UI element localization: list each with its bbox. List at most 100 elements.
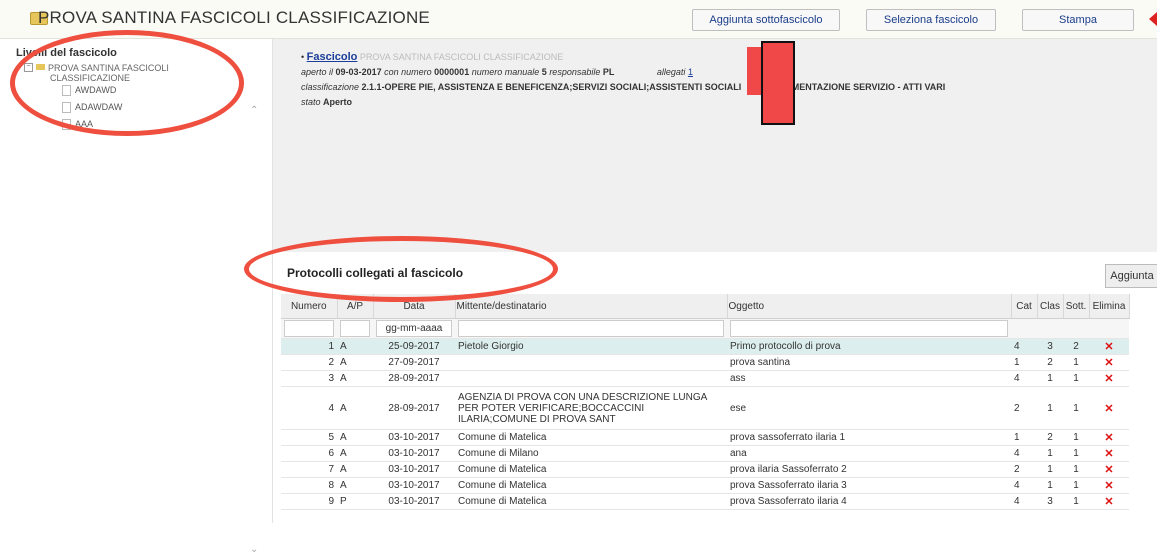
delete-icon[interactable]: ✕ [1089, 354, 1129, 371]
col-subject[interactable]: Oggetto [727, 294, 1012, 319]
folder-icon [36, 64, 45, 70]
folder-number: 0000001 [434, 67, 470, 77]
add-subfolder-button[interactable]: Aggiunta sottofascicolo [692, 9, 840, 31]
tree-root-node[interactable]: − PROVA SANTINA FASCICOLI CLASSIFICAZIONE [24, 63, 169, 83]
cell-sott: 1 [1063, 370, 1089, 387]
cell-cat: 1 [1011, 354, 1037, 371]
filter-subject-input[interactable] [730, 320, 1008, 337]
cell-sender: Comune di Matelica [455, 461, 727, 478]
col-sott[interactable]: Sott. [1063, 294, 1090, 319]
state-value: Aperto [323, 97, 353, 107]
cell-subject: prova santina [727, 354, 1011, 371]
col-cat[interactable]: Cat [1011, 294, 1038, 319]
tree-item-label: ADAWDAW [75, 102, 123, 112]
page-title: PROVA SANTINA FASCICOLI CLASSIFICAZIONE [38, 8, 430, 27]
attachments-link[interactable]: 1 [688, 67, 693, 77]
tree-item[interactable]: AWDAWD [62, 85, 116, 97]
cell-date: 25-09-2017 [373, 338, 455, 355]
table-row[interactable]: 7 A 03-10-2017 Comune di Matelica prova ilar… [281, 461, 1129, 478]
document-icon [62, 102, 71, 114]
cell-date: 03-10-2017 [373, 429, 455, 446]
col-number[interactable]: Numero [281, 294, 338, 319]
document-icon [62, 85, 71, 97]
scroll-down-icon[interactable]: ⌄ [250, 544, 258, 555]
table-row[interactable]: 3 A 28-09-2017 ass 4 1 1 ✕ [281, 370, 1129, 387]
delete-icon[interactable]: ✕ [1089, 429, 1129, 446]
cell-sott: 1 [1063, 493, 1089, 510]
cell-clas: 3 [1037, 338, 1063, 355]
cell-cat: 4 [1011, 477, 1037, 494]
cell-clas: 1 [1037, 445, 1063, 462]
cell-cat: 4 [1011, 445, 1037, 462]
cell-date: 03-10-2017 [373, 493, 455, 510]
delete-icon[interactable]: ✕ [1089, 477, 1129, 494]
table-row[interactable]: 6 A 03-10-2017 Comune di Milano ana 4 1 1 ✕ [281, 445, 1129, 462]
folder-name: PROVA SANTINA FASCICOLI CLASSIFICAZIONE [359, 52, 564, 62]
cell-clas: 1 [1037, 477, 1063, 494]
table-header-row: Numero A/P Data Mittente/destinatario Og… [281, 294, 1130, 319]
col-clas[interactable]: Clas [1037, 294, 1064, 319]
cell-subject: prova Sassoferrato ilaria 4 [727, 493, 1011, 510]
delete-icon[interactable]: ✕ [1089, 338, 1129, 355]
cell-number: 2 [281, 354, 337, 371]
table-row[interactable]: 9 P 03-10-2017 Comune di Matelica prova Sass… [281, 493, 1129, 510]
filter-sender-input[interactable] [458, 320, 724, 337]
cell-cat: 1 [1011, 429, 1037, 446]
table-row[interactable]: 8 A 03-10-2017 Comune di Matelica prova Sass… [281, 477, 1129, 494]
cell-clas: 1 [1037, 461, 1063, 478]
delete-icon[interactable]: ✕ [1089, 370, 1129, 387]
tree-item[interactable]: AAA [62, 119, 93, 131]
print-button[interactable]: Stampa [1022, 9, 1134, 31]
table-row[interactable]: 5 A 03-10-2017 Comune di Matelica prova sass… [281, 429, 1129, 446]
delete-icon[interactable]: ✕ [1089, 445, 1129, 462]
filter-row: gg-mm-aaaa [281, 318, 1129, 339]
folder-name-line: • Fascicolo PROVA SANTINA FASCICOLI CLAS… [301, 51, 564, 63]
delete-icon[interactable]: ✕ [1089, 386, 1129, 430]
folder-detail-panel: • Fascicolo PROVA SANTINA FASCICOLI CLAS… [273, 39, 1157, 252]
cell-sott: 1 [1063, 429, 1089, 446]
table-row[interactable]: 1 A 25-09-2017 Pietole Giorgio Primo protoco… [281, 338, 1129, 355]
col-delete: Elimina [1089, 294, 1130, 319]
cell-sott: 1 [1063, 445, 1089, 462]
tree-item[interactable]: ADAWDAW [62, 102, 123, 114]
expand-icon[interactable]: − [24, 63, 33, 72]
cell-date: 28-09-2017 [373, 370, 455, 387]
cell-ap: A [337, 338, 373, 355]
manual-number: 5 [541, 67, 547, 77]
cell-subject: Primo protocollo di prova [727, 338, 1011, 355]
filter-ap-input[interactable] [340, 320, 370, 337]
protocols-table: Numero A/P Data Mittente/destinatario Og… [281, 294, 1130, 510]
folder-levels-panel: Livelli del fascicolo − PROVA SANTINA FAS… [0, 39, 273, 555]
cell-number: 1 [281, 338, 337, 355]
cell-ap: A [337, 354, 373, 371]
redaction-mark [761, 41, 795, 125]
folder-link[interactable]: Fascicolo [307, 51, 358, 63]
cell-number: 3 [281, 370, 337, 387]
cell-cat: 4 [1011, 493, 1037, 510]
cell-number: 9 [281, 493, 337, 510]
filter-number-input[interactable] [284, 320, 334, 337]
cell-subject: ana [727, 445, 1011, 462]
col-sender[interactable]: Mittente/destinatario [455, 294, 728, 319]
cell-ap: A [337, 370, 373, 387]
delete-icon[interactable]: ✕ [1089, 461, 1129, 478]
table-row[interactable]: 4 A 28-09-2017 AGENZIA DI PROVA CON UNA DES… [281, 386, 1129, 430]
cell-clas: 2 [1037, 354, 1063, 371]
delete-icon[interactable]: ✕ [1089, 493, 1129, 510]
opened-date: 09-03-2017 [335, 67, 382, 77]
protocols-title: Protocolli collegati al fascicolo [287, 266, 464, 280]
col-date[interactable]: Data [373, 294, 456, 319]
add-protocol-button[interactable]: Aggiunta [1105, 264, 1157, 288]
top-bar: PROVA SANTINA FASCICOLI CLASSIFICAZIONE … [0, 0, 1157, 39]
cell-sender: Pietole Giorgio [455, 338, 727, 355]
tree-root-label-2: CLASSIFICAZIONE [50, 73, 131, 83]
red-arrow-icon[interactable] [1149, 12, 1157, 26]
table-row[interactable]: 2 A 27-09-2017 prova santina 1 2 1 ✕ [281, 354, 1129, 371]
tree-root-label: PROVA SANTINA FASCICOLI [48, 63, 169, 73]
col-ap[interactable]: A/P [337, 294, 374, 319]
select-folder-button[interactable]: Seleziona fascicolo [866, 9, 996, 31]
scroll-up-icon[interactable]: ⌃ [250, 105, 258, 116]
cell-sender: Comune di Matelica [455, 429, 727, 446]
filter-date-input[interactable]: gg-mm-aaaa [376, 320, 452, 337]
cell-ap: A [337, 429, 373, 446]
